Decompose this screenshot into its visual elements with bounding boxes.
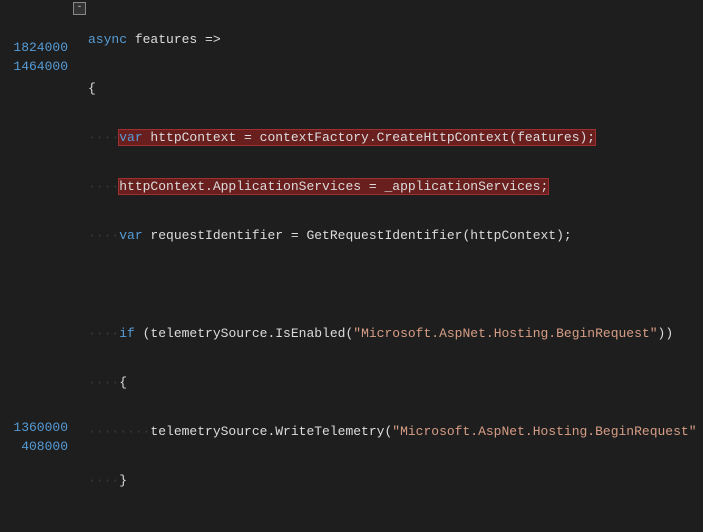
- fold-toggle-icon[interactable]: -: [73, 2, 86, 15]
- hit-count-4: 408000: [0, 437, 68, 456]
- whitespace: ····: [88, 473, 119, 488]
- keyword-if: if: [119, 326, 135, 341]
- keyword-var: var: [119, 228, 142, 243]
- profiler-gutter: 1824000 1464000 1360000 408000: [0, 0, 72, 530]
- highlighted-line: httpContext.ApplicationServices = _appli…: [119, 179, 548, 194]
- code-text: requestIdentifier = GetRequestIdentifier…: [143, 228, 572, 243]
- hit-count-1: 1824000: [0, 38, 68, 57]
- whitespace: ····: [88, 326, 119, 341]
- code-text: telemetrySource.WriteTelemetry(: [150, 424, 392, 439]
- whitespace: ····: [88, 130, 119, 145]
- whitespace: ····: [88, 375, 119, 390]
- code-text: features =>: [127, 32, 221, 47]
- brace: {: [88, 81, 96, 96]
- code-text: (telemetrySource.IsEnabled(: [135, 326, 353, 341]
- hit-count-3: 1360000: [0, 418, 68, 437]
- hit-count-2: 1464000: [0, 57, 68, 76]
- fold-gutter: -: [72, 0, 86, 530]
- whitespace: ····: [88, 179, 119, 194]
- string-literal: "Microsoft.AspNet.Hosting.BeginRequest": [392, 424, 696, 439]
- highlighted-line: var httpContext = contextFactory.CreateH…: [119, 130, 595, 145]
- whitespace: ········: [88, 424, 150, 439]
- whitespace: ····: [88, 228, 119, 243]
- code-editor: 1824000 1464000 1360000 408000 - async f…: [0, 0, 703, 530]
- keyword-async: async: [88, 32, 127, 47]
- code-content[interactable]: async features => { ····var httpContext …: [86, 0, 703, 530]
- string-literal: "Microsoft.AspNet.Hosting.BeginRequest": [353, 326, 657, 341]
